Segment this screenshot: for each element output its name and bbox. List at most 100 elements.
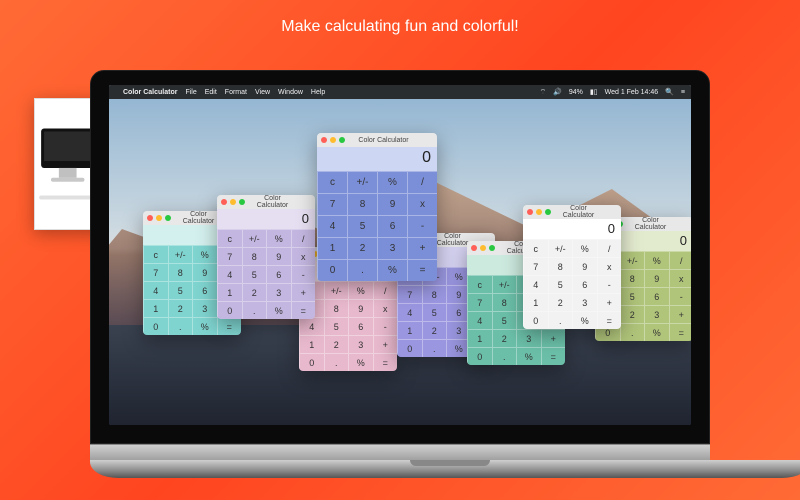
key-divide[interactable]: / <box>597 239 622 257</box>
key-d0[interactable]: 0 <box>397 339 422 357</box>
key-d1[interactable]: 1 <box>317 237 347 259</box>
key-d9[interactable]: 9 <box>572 257 597 275</box>
key-d6[interactable]: 6 <box>572 275 597 293</box>
key-d9[interactable]: 9 <box>377 193 407 215</box>
key-multiply[interactable]: x <box>291 247 316 265</box>
key-d2[interactable]: 2 <box>168 299 193 317</box>
menu-format[interactable]: Format <box>225 89 247 96</box>
key-d3[interactable]: 3 <box>192 299 217 317</box>
menu-view[interactable]: View <box>255 89 270 96</box>
key-decimal[interactable]: . <box>168 317 193 335</box>
key-percent[interactable]: % <box>516 347 541 365</box>
key-decimal[interactable]: . <box>242 301 267 319</box>
minimize-icon[interactable] <box>230 199 236 205</box>
key-sign[interactable]: +/- <box>168 245 193 263</box>
key-plus[interactable]: + <box>373 335 398 353</box>
key-equals[interactable]: = <box>373 353 398 371</box>
key-multiply[interactable]: x <box>373 299 398 317</box>
key-d9[interactable]: 9 <box>192 263 217 281</box>
key-clear[interactable]: c <box>523 239 548 257</box>
key-percent[interactable]: % <box>377 259 407 281</box>
key-decimal[interactable]: . <box>620 323 645 341</box>
volume-icon[interactable]: 🔊 <box>553 88 562 96</box>
calculator-window-white[interactable]: Color Calculator 0 c+/-%/789x456-123+0.%… <box>523 205 621 329</box>
key-equals[interactable]: = <box>291 301 316 319</box>
key-sign[interactable]: +/- <box>620 251 645 269</box>
key-multiply[interactable]: x <box>669 269 692 287</box>
key-d3[interactable]: 3 <box>516 329 541 347</box>
spotlight-icon[interactable]: 🔍 <box>665 88 674 96</box>
key-minus[interactable]: - <box>373 317 398 335</box>
key-d4[interactable]: 4 <box>523 275 548 293</box>
notification-center-icon[interactable]: ≡ <box>681 89 685 96</box>
key-d0[interactable]: 0 <box>143 317 168 335</box>
key-plus[interactable]: + <box>407 237 437 259</box>
key-d6[interactable]: 6 <box>266 265 291 283</box>
key-d7[interactable]: 7 <box>217 247 242 265</box>
close-icon[interactable] <box>471 245 477 251</box>
bluetooth-icon[interactable]: ⌔ <box>540 88 547 97</box>
key-percent[interactable]: % <box>377 171 407 193</box>
calculator-window-lavender[interactable]: Color Calculator 0 c+/-%/789x456-123+0.%… <box>217 195 315 319</box>
key-d1[interactable]: 1 <box>217 283 242 301</box>
menubar-app-name[interactable]: Color Calculator <box>123 89 177 96</box>
key-d9[interactable]: 9 <box>266 247 291 265</box>
key-percent[interactable]: % <box>192 317 217 335</box>
key-percent[interactable]: % <box>572 239 597 257</box>
key-d5[interactable]: 5 <box>324 317 349 335</box>
key-d2[interactable]: 2 <box>620 305 645 323</box>
key-d4[interactable]: 4 <box>143 281 168 299</box>
key-clear[interactable]: c <box>317 171 347 193</box>
menubar-clock[interactable]: Wed 1 Feb 14:46 <box>605 89 659 96</box>
key-percent[interactable]: % <box>192 245 217 263</box>
key-d9[interactable]: 9 <box>644 269 669 287</box>
minimize-icon[interactable] <box>330 137 336 143</box>
key-d8[interactable]: 8 <box>422 285 447 303</box>
key-d2[interactable]: 2 <box>548 293 573 311</box>
key-d2[interactable]: 2 <box>242 283 267 301</box>
key-d8[interactable]: 8 <box>324 299 349 317</box>
key-decimal[interactable]: . <box>347 259 377 281</box>
key-divide[interactable]: / <box>669 251 692 269</box>
minimize-icon[interactable] <box>480 245 486 251</box>
key-d5[interactable]: 5 <box>492 311 517 329</box>
key-d7[interactable]: 7 <box>143 263 168 281</box>
key-sign[interactable]: +/- <box>548 239 573 257</box>
key-plus[interactable]: + <box>291 283 316 301</box>
key-d8[interactable]: 8 <box>492 293 517 311</box>
key-d7[interactable]: 7 <box>397 285 422 303</box>
key-decimal[interactable]: . <box>492 347 517 365</box>
key-d0[interactable]: 0 <box>317 259 347 281</box>
key-d1[interactable]: 1 <box>397 321 422 339</box>
key-plus[interactable]: + <box>597 293 622 311</box>
key-multiply[interactable]: x <box>597 257 622 275</box>
key-d0[interactable]: 0 <box>467 347 492 365</box>
minimize-icon[interactable] <box>156 215 162 221</box>
key-sign[interactable]: +/- <box>347 171 377 193</box>
key-d7[interactable]: 7 <box>317 193 347 215</box>
close-icon[interactable] <box>321 137 327 143</box>
zoom-icon[interactable] <box>165 215 171 221</box>
key-decimal[interactable]: . <box>422 339 447 357</box>
key-percent[interactable]: % <box>348 353 373 371</box>
key-minus[interactable]: - <box>597 275 622 293</box>
key-d4[interactable]: 4 <box>397 303 422 321</box>
key-d5[interactable]: 5 <box>347 215 377 237</box>
key-d1[interactable]: 1 <box>143 299 168 317</box>
key-d5[interactable]: 5 <box>548 275 573 293</box>
menu-edit[interactable]: Edit <box>205 89 217 96</box>
menu-window[interactable]: Window <box>278 89 303 96</box>
key-d0[interactable]: 0 <box>523 311 548 329</box>
battery-icon[interactable]: ▮▯ <box>590 88 598 96</box>
calculator-window-blue[interactable]: Color Calculator 0 c+/-%/789x456-123+0.%… <box>317 133 437 281</box>
key-divide[interactable]: / <box>291 229 316 247</box>
key-percent[interactable]: % <box>266 229 291 247</box>
key-multiply[interactable]: x <box>407 193 437 215</box>
key-d5[interactable]: 5 <box>620 287 645 305</box>
window-titlebar[interactable]: Color Calculator <box>217 195 315 209</box>
key-d1[interactable]: 1 <box>523 293 548 311</box>
key-d1[interactable]: 1 <box>299 335 324 353</box>
key-sign[interactable]: +/- <box>324 281 349 299</box>
minimize-icon[interactable] <box>536 209 542 215</box>
key-percent[interactable]: % <box>348 281 373 299</box>
